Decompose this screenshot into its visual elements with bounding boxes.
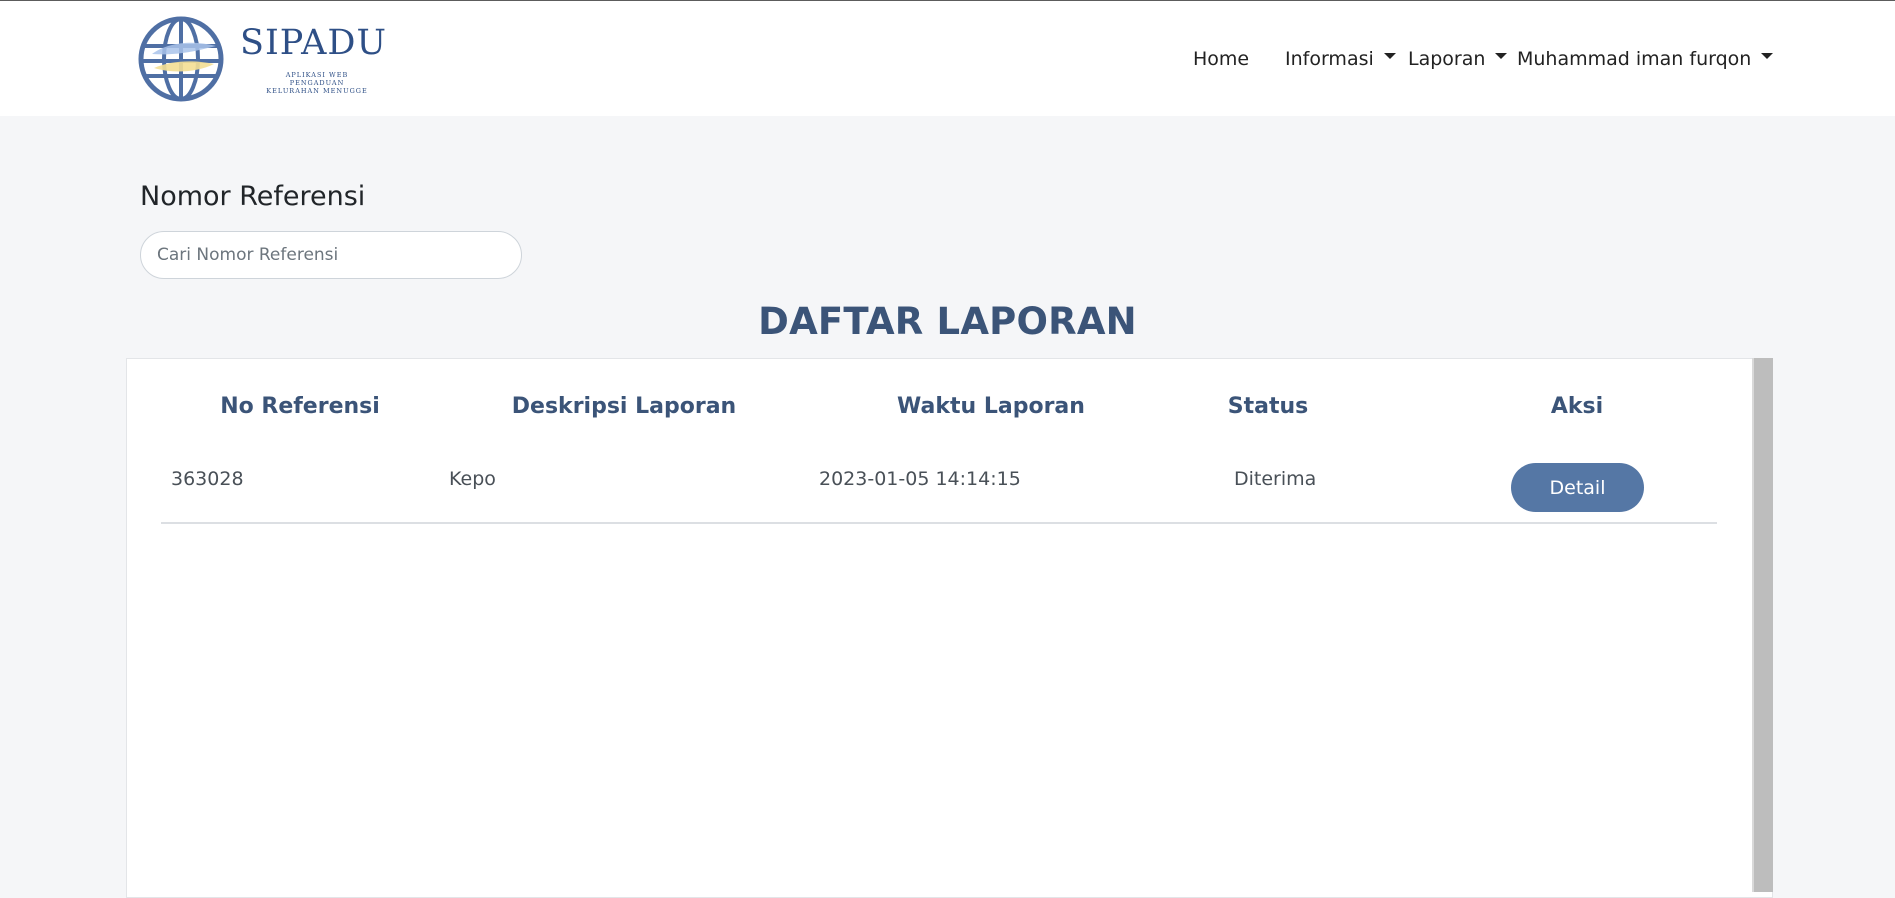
page-title: DAFTAR LAPORAN — [758, 300, 1137, 343]
globe-logo-icon — [138, 16, 224, 102]
brand-tagline: APLIKASI WEB PENGADUAN KELURAHAN MENUGGE — [260, 71, 374, 95]
nav-home[interactable]: Home — [1193, 47, 1249, 71]
brand-name: SIPADU — [240, 23, 387, 63]
nav-user-label: Muhammad iman furqon — [1517, 48, 1752, 70]
cell-waktu: 2023-01-05 14:14:15 — [819, 468, 1021, 490]
row-divider — [161, 522, 1717, 524]
brand-link[interactable]: SIPADU APLIKASI WEB PENGADUAN KELURAHAN … — [138, 16, 398, 102]
caret-down-icon — [1383, 52, 1396, 59]
brand-tagline-line: APLIKASI WEB — [285, 71, 349, 79]
column-header-deskripsi: Deskripsi Laporan — [511, 394, 737, 419]
report-table-card — [126, 358, 1773, 898]
column-header-status: Status — [1227, 394, 1309, 419]
column-header-waktu: Waktu Laporan — [897, 394, 1085, 419]
nav-informasi-label: Informasi — [1285, 48, 1374, 70]
caret-down-icon — [1495, 52, 1508, 59]
brand-tagline-line: PENGADUAN — [289, 79, 345, 87]
cell-deskripsi: Kepo — [449, 468, 496, 490]
caret-down-icon — [1761, 52, 1774, 59]
search-label: Nomor Referensi — [140, 181, 366, 212]
cell-status: Diterima — [1234, 468, 1317, 490]
nav-laporan-dropdown[interactable]: Laporan — [1408, 47, 1508, 71]
nav-user-dropdown[interactable]: Muhammad iman furqon — [1517, 47, 1774, 71]
cell-no-referensi: 363028 — [171, 468, 244, 490]
column-header-aksi: Aksi — [1550, 394, 1604, 419]
nav-laporan-label: Laporan — [1408, 48, 1486, 70]
navbar: SIPADU APLIKASI WEB PENGADUAN KELURAHAN … — [0, 1, 1895, 116]
column-header-no-referensi: No Referensi — [220, 394, 380, 419]
brand-tagline-line: KELURAHAN MENUGGE — [266, 87, 368, 95]
nav-informasi-dropdown[interactable]: Informasi — [1285, 47, 1396, 71]
detail-button[interactable]: Detail — [1511, 463, 1644, 512]
scrollbar[interactable] — [1752, 358, 1773, 892]
reference-search-input[interactable] — [140, 231, 522, 279]
